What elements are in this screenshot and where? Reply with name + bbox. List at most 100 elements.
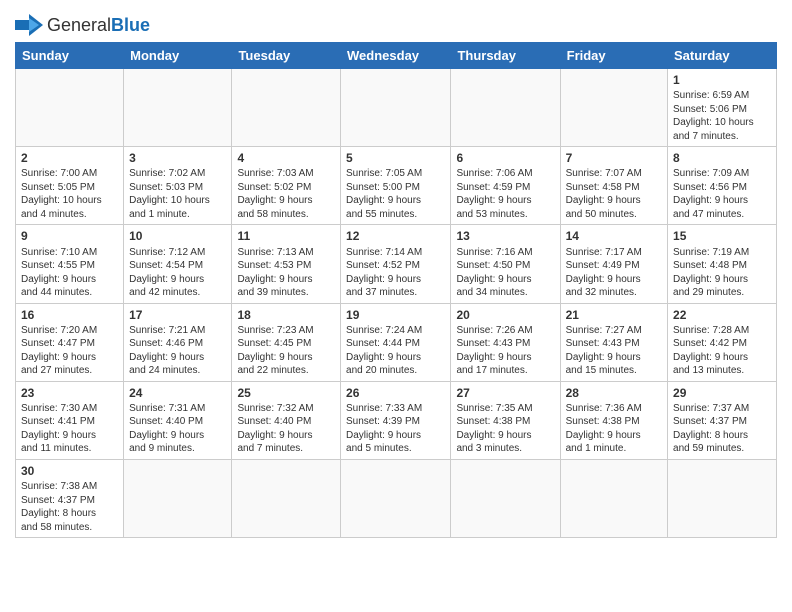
day-number: 29 — [673, 385, 771, 401]
day-cell: 9Sunrise: 7:10 AMSunset: 4:55 PMDaylight… — [16, 225, 124, 303]
day-info: Sunrise: 7:02 AMSunset: 5:03 PMDaylight:… — [129, 168, 210, 220]
day-cell — [124, 459, 232, 537]
day-info: Sunrise: 7:27 AMSunset: 4:43 PMDaylight:… — [566, 325, 642, 377]
day-info: Sunrise: 7:14 AMSunset: 4:52 PMDaylight:… — [346, 247, 422, 299]
day-number: 6 — [456, 150, 554, 166]
day-cell: 4 Sunrise: 7:03 AMSunset: 5:02 PMDaylight… — [232, 147, 341, 225]
day-cell: 6 Sunrise: 7:06 AMSunset: 4:59 PMDaylight… — [451, 147, 560, 225]
day-cell: 13 Sunrise: 7:16 AMSunset: 4:50 PMDayligh… — [451, 225, 560, 303]
weekday-header-row: SundayMondayTuesdayWednesdayThursdayFrid… — [16, 43, 777, 69]
day-info: Sunrise: 7:33 AMSunset: 4:39 PMDaylight:… — [346, 403, 422, 455]
day-number: 20 — [456, 307, 554, 323]
day-number: 28 — [566, 385, 662, 401]
day-number: 24 — [129, 385, 226, 401]
weekday-header-monday: Monday — [124, 43, 232, 69]
day-cell: 2 Sunrise: 7:00 AMSunset: 5:05 PMDaylight… — [16, 147, 124, 225]
day-info: Sunrise: 7:31 AMSunset: 4:40 PMDaylight:… — [129, 403, 205, 455]
day-cell — [341, 69, 451, 147]
day-info: Sunrise: 7:21 AMSunset: 4:46 PMDaylight:… — [129, 325, 205, 377]
day-number: 21 — [566, 307, 662, 323]
day-number: 8 — [673, 150, 771, 166]
day-info: Sunrise: 7:07 AMSunset: 4:58 PMDaylight:… — [566, 168, 642, 220]
day-number: 23 — [21, 385, 118, 401]
week-row-1: 1 Sunrise: 6:59 AMSunset: 5:06 PMDaylight… — [16, 69, 777, 147]
day-number: 7 — [566, 150, 662, 166]
week-row-6: 30 Sunrise: 7:38 AMSunset: 4:37 PMDayligh… — [16, 459, 777, 537]
day-info: Sunrise: 7:06 AMSunset: 4:59 PMDaylight:… — [456, 168, 532, 220]
day-cell: 18 Sunrise: 7:23 AMSunset: 4:45 PMDayligh… — [232, 303, 341, 381]
day-number: 1 — [673, 72, 771, 88]
day-number: 13 — [456, 228, 554, 244]
day-info: Sunrise: 7:24 AMSunset: 4:44 PMDaylight:… — [346, 325, 422, 377]
day-info: Sunrise: 7:38 AMSunset: 4:37 PMDaylight:… — [21, 481, 97, 533]
day-cell: 3 Sunrise: 7:02 AMSunset: 5:03 PMDaylight… — [124, 147, 232, 225]
day-info: Sunrise: 7:00 AMSunset: 5:05 PMDaylight:… — [21, 168, 102, 220]
day-info: Sunrise: 7:16 AMSunset: 4:50 PMDaylight:… — [456, 247, 532, 299]
day-cell: 12 Sunrise: 7:14 AMSunset: 4:52 PMDayligh… — [341, 225, 451, 303]
logo-text: GeneralBlue — [47, 15, 150, 36]
day-info: Sunrise: 7:23 AMSunset: 4:45 PMDaylight:… — [237, 325, 313, 377]
day-cell: 14 Sunrise: 7:17 AMSunset: 4:49 PMDayligh… — [560, 225, 667, 303]
day-number: 19 — [346, 307, 445, 323]
week-row-4: 16 Sunrise: 7:20 AMSunset: 4:47 PMDayligh… — [16, 303, 777, 381]
day-cell — [560, 69, 667, 147]
day-cell: 24 Sunrise: 7:31 AMSunset: 4:40 PMDayligh… — [124, 381, 232, 459]
day-number: 12 — [346, 228, 445, 244]
header: GeneralBlue — [15, 10, 777, 36]
day-number: 30 — [21, 463, 118, 479]
day-number: 10 — [129, 228, 226, 244]
day-cell: 15 Sunrise: 7:19 AMSunset: 4:48 PMDayligh… — [668, 225, 777, 303]
weekday-header-friday: Friday — [560, 43, 667, 69]
day-number: 18 — [237, 307, 335, 323]
day-number: 14 — [566, 228, 662, 244]
day-info: Sunrise: 6:59 AMSunset: 5:06 PMDaylight:… — [673, 90, 754, 142]
weekday-header-saturday: Saturday — [668, 43, 777, 69]
day-cell: 7 Sunrise: 7:07 AMSunset: 4:58 PMDaylight… — [560, 147, 667, 225]
day-cell: 29 Sunrise: 7:37 AMSunset: 4:37 PMDayligh… — [668, 381, 777, 459]
day-cell: 10Sunrise: 7:12 AMSunset: 4:54 PMDayligh… — [124, 225, 232, 303]
day-info: Sunrise: 7:32 AMSunset: 4:40 PMDaylight:… — [237, 403, 313, 455]
day-cell — [232, 459, 341, 537]
day-cell: 17 Sunrise: 7:21 AMSunset: 4:46 PMDayligh… — [124, 303, 232, 381]
page: GeneralBlue SundayMondayTuesdayWednesday… — [0, 0, 792, 612]
day-number: 17 — [129, 307, 226, 323]
day-info: Sunrise: 7:30 AMSunset: 4:41 PMDaylight:… — [21, 403, 97, 455]
day-number: 26 — [346, 385, 445, 401]
day-info: Sunrise: 7:19 AMSunset: 4:48 PMDaylight:… — [673, 247, 749, 299]
day-cell — [232, 69, 341, 147]
day-cell: 11Sunrise: 7:13 AMSunset: 4:53 PMDayligh… — [232, 225, 341, 303]
day-info: Sunrise: 7:09 AMSunset: 4:56 PMDaylight:… — [673, 168, 749, 220]
day-cell: 21 Sunrise: 7:27 AMSunset: 4:43 PMDayligh… — [560, 303, 667, 381]
day-cell: 30 Sunrise: 7:38 AMSunset: 4:37 PMDayligh… — [16, 459, 124, 537]
logo-icon — [15, 14, 43, 36]
day-number: 2 — [21, 150, 118, 166]
day-info: Sunrise: 7:17 AMSunset: 4:49 PMDaylight:… — [566, 247, 642, 299]
day-cell: 27Sunrise: 7:35 AMSunset: 4:38 PMDayligh… — [451, 381, 560, 459]
week-row-2: 2 Sunrise: 7:00 AMSunset: 5:05 PMDaylight… — [16, 147, 777, 225]
day-info: Sunrise: 7:13 AMSunset: 4:53 PMDaylight:… — [237, 247, 313, 299]
day-cell: 8 Sunrise: 7:09 AMSunset: 4:56 PMDaylight… — [668, 147, 777, 225]
day-number: 9 — [21, 228, 118, 244]
day-info: Sunrise: 7:03 AMSunset: 5:02 PMDaylight:… — [237, 168, 313, 220]
day-number: 25 — [237, 385, 335, 401]
day-cell — [560, 459, 667, 537]
day-number: 15 — [673, 228, 771, 244]
day-info: Sunrise: 7:37 AMSunset: 4:37 PMDaylight:… — [673, 403, 749, 455]
day-info: Sunrise: 7:28 AMSunset: 4:42 PMDaylight:… — [673, 325, 749, 377]
day-cell: 16 Sunrise: 7:20 AMSunset: 4:47 PMDayligh… — [16, 303, 124, 381]
weekday-header-wednesday: Wednesday — [341, 43, 451, 69]
logo: GeneralBlue — [15, 10, 150, 36]
day-number: 3 — [129, 150, 226, 166]
calendar-table: SundayMondayTuesdayWednesdayThursdayFrid… — [15, 42, 777, 538]
day-number: 4 — [237, 150, 335, 166]
day-cell: 22Sunrise: 7:28 AMSunset: 4:42 PMDayligh… — [668, 303, 777, 381]
day-number: 16 — [21, 307, 118, 323]
day-info: Sunrise: 7:05 AMSunset: 5:00 PMDaylight:… — [346, 168, 422, 220]
day-cell: 5 Sunrise: 7:05 AMSunset: 5:00 PMDaylight… — [341, 147, 451, 225]
day-cell — [668, 459, 777, 537]
day-cell — [341, 459, 451, 537]
weekday-header-sunday: Sunday — [16, 43, 124, 69]
day-info: Sunrise: 7:20 AMSunset: 4:47 PMDaylight:… — [21, 325, 97, 377]
day-number: 5 — [346, 150, 445, 166]
day-cell — [124, 69, 232, 147]
